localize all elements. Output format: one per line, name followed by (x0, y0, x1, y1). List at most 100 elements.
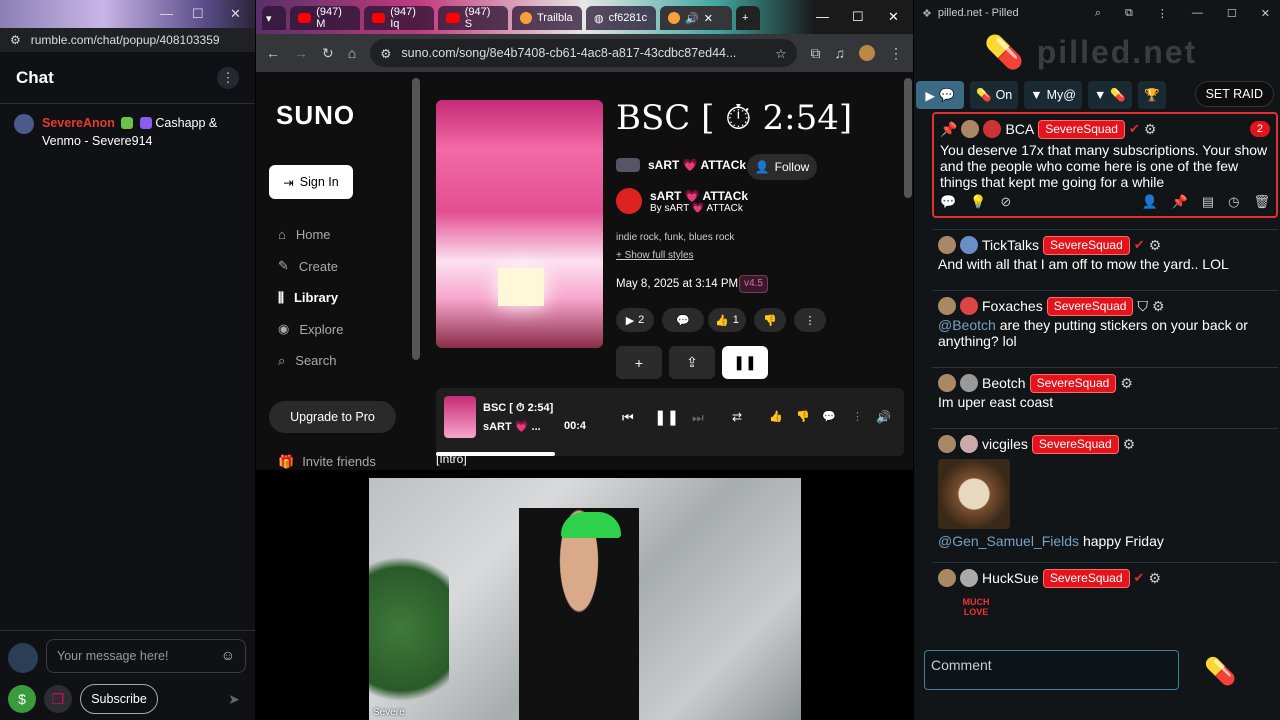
gear-icon[interactable]: ⚙ (1152, 298, 1165, 314)
volume-icon[interactable]: 🔊 (876, 410, 891, 424)
trash-icon[interactable]: 🗑 (1253, 194, 1270, 210)
tab-active[interactable]: 🔊 ✕ (660, 6, 732, 30)
chat-username[interactable]: Beotch (982, 375, 1026, 391)
page-scrollbar[interactable] (904, 78, 912, 198)
dislike-icon[interactable]: 👎 (796, 410, 810, 423)
bookmark-star-icon[interactable]: ☆ (775, 46, 786, 61)
gear-icon[interactable]: ⚙ (1120, 375, 1133, 391)
close-icon[interactable]: ✕ (1261, 7, 1270, 20)
gear-icon[interactable]: ⚙ (1149, 237, 1162, 253)
follow-user-icon[interactable]: 👤 (1141, 194, 1157, 210)
gear-icon[interactable]: ⚙ (1144, 121, 1157, 137)
coffee-image[interactable] (938, 459, 1010, 529)
gift-icon[interactable]: ❒ (44, 685, 72, 713)
more-icon[interactable]: ⋮ (852, 410, 863, 423)
pill-on-toggle[interactable]: 💊 On (970, 81, 1019, 109)
media-controls-icon[interactable]: ♫ (835, 45, 846, 61)
nav-item-create[interactable]: ✎ Create (278, 251, 416, 283)
comment-icon[interactable]: 💬 (822, 410, 836, 423)
repeat-icon[interactable]: ⇄ (732, 410, 742, 424)
player-pause-icon[interactable]: ❚❚ (654, 408, 679, 426)
profile-avatar-icon[interactable] (859, 45, 875, 61)
reload-icon[interactable]: ↻ (322, 45, 334, 62)
mention-link[interactable]: @Gen_Samuel_Fields (938, 533, 1079, 549)
like-button[interactable]: 👍 1 (708, 308, 746, 332)
upgrade-to-pro-button[interactable]: Upgrade to Pro (269, 401, 396, 433)
forward-icon[interactable]: → (294, 45, 308, 61)
previous-icon[interactable]: ⏮ (622, 410, 634, 426)
minimize-icon[interactable]: — (160, 6, 173, 21)
send-icon[interactable]: ➤ (220, 685, 248, 713)
chat-username[interactable]: BCA (1005, 121, 1034, 137)
extensions-icon[interactable]: ⧉ (811, 45, 821, 62)
comments-button[interactable]: 💬 (662, 308, 704, 332)
creator-name[interactable]: sART 💗 ATTACk (650, 189, 748, 203)
nav-item-library[interactable]: ⫼ Library (278, 282, 416, 314)
site-settings-icon[interactable]: ⚙ (10, 33, 21, 47)
stack-icon[interactable]: ▤ (1202, 194, 1214, 210)
follow-button[interactable]: 👤 Follow (747, 154, 817, 180)
nav-item-home[interactable]: ⌂ Home (278, 219, 416, 251)
chat-message-input[interactable]: Your message here! ☺ (46, 639, 246, 673)
pin-icon[interactable]: 📌 (1172, 194, 1188, 210)
gear-icon[interactable]: ⚙ (1123, 436, 1136, 452)
add-button[interactable]: + (616, 346, 662, 379)
block-icon[interactable]: ⊘ (1000, 194, 1011, 210)
comment-input[interactable]: Comment (924, 650, 1179, 690)
gear-icon[interactable]: ⚙ (1148, 570, 1161, 586)
maximize-icon[interactable]: ☐ (1227, 7, 1237, 20)
chat-username[interactable]: vicgiles (982, 436, 1028, 452)
sign-in-button[interactable]: ⇥ Sign In (269, 165, 353, 199)
subscribe-button[interactable]: Subscribe (80, 684, 158, 714)
emoji-icon[interactable]: ☺ (221, 647, 235, 663)
site-info-icon[interactable]: ⚙ (380, 46, 391, 61)
artist-name[interactable]: sART 💗 ATTACk (648, 158, 746, 172)
like-icon[interactable]: 👍 (769, 410, 783, 423)
mention-link[interactable]: @Beotch (938, 317, 996, 333)
pin-icon[interactable]: 📌 (940, 121, 957, 137)
reply-icon[interactable]: 💬 (940, 194, 956, 210)
tab-close-icon[interactable]: ✕ (704, 12, 713, 25)
chat-menu-icon[interactable]: ⋮ (217, 66, 239, 89)
dislike-button[interactable]: 👎 (754, 308, 786, 332)
extensions-icon[interactable]: ⧉ (1125, 7, 1133, 20)
back-icon[interactable]: ← (266, 45, 280, 61)
tab[interactable]: (947) Iq (364, 6, 434, 30)
maximize-icon[interactable]: ☐ (852, 9, 864, 25)
menu-icon[interactable]: ⋮ (1157, 7, 1168, 20)
new-tab-icon[interactable]: + (736, 6, 760, 30)
chat-username[interactable]: SevereAnon (42, 116, 115, 130)
minimize-icon[interactable]: — (1192, 7, 1203, 20)
pause-button[interactable]: ❚❚ (722, 346, 768, 379)
maximize-icon[interactable]: ☐ (192, 6, 204, 22)
nav-item-search[interactable]: ⌕ Search (278, 345, 416, 377)
browser-menu-icon[interactable]: ⋮ (889, 45, 903, 62)
chat-username[interactable]: Foxaches (982, 298, 1043, 314)
minimize-icon[interactable]: — (816, 9, 829, 24)
trophy-button[interactable]: 🏆 (1137, 81, 1166, 109)
chat-username[interactable]: TickTalks (982, 237, 1039, 253)
tab[interactable]: Trailbla (512, 6, 582, 30)
home-icon[interactable]: ⌂ (348, 45, 356, 61)
play-chat-toggle[interactable]: ▶ 💬 (916, 81, 964, 109)
pill-send-icon[interactable]: 💊 (1204, 656, 1236, 687)
sidebar-scrollbar[interactable] (412, 78, 420, 360)
bulb-icon[interactable]: 💡 (970, 194, 986, 210)
zoom-icon[interactable]: ⌕ (1095, 7, 1101, 20)
my-mentions-filter[interactable]: ▼ My@ (1024, 81, 1082, 109)
play-count-button[interactable]: ▶ 2 (616, 308, 654, 332)
more-options-button[interactable]: ⋮ (794, 308, 826, 332)
by-artist[interactable]: sART 💗 ATTACk (664, 203, 742, 214)
rumble-url-bar[interactable]: ⚙ rumble.com/chat/popup/408103359 (0, 28, 255, 52)
artist-row[interactable]: sART 💗 ATTACk (616, 158, 746, 172)
close-icon[interactable]: ✕ (230, 6, 241, 22)
invite-friends-link[interactable]: 🎁 Invite friends (278, 454, 376, 470)
share-button[interactable]: ⇪ (669, 346, 715, 379)
chat-username[interactable]: HuckSue (982, 570, 1039, 586)
filter-pill-button[interactable]: ▼ 💊 (1088, 81, 1132, 109)
address-bar[interactable]: ⚙ suno.com/song/8e4b7408-cb61-4ac8-a817-… (370, 39, 797, 67)
next-icon[interactable]: ⏭ (692, 410, 704, 426)
nav-item-explore[interactable]: ◉ Explore (278, 314, 416, 346)
close-icon[interactable]: ✕ (888, 9, 899, 25)
tab[interactable]: (947) S (438, 6, 508, 30)
